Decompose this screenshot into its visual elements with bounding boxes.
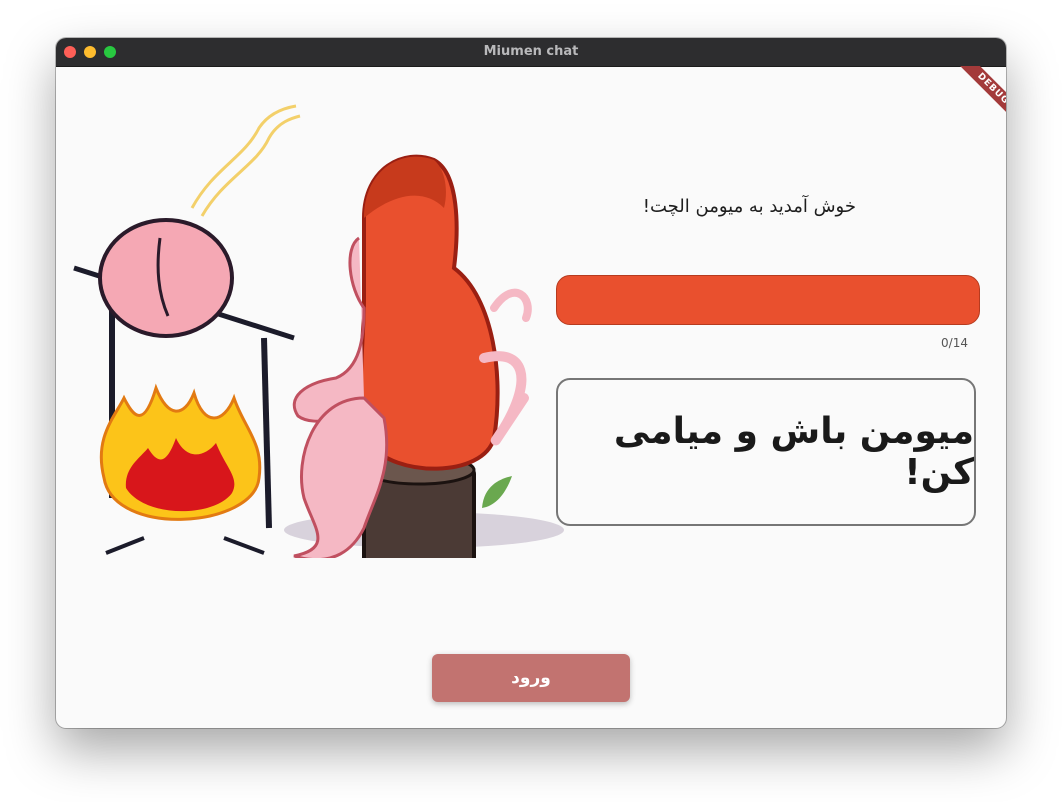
app-window: Miumen chat DEBUG خوش آمدید به میومن الچ…: [56, 38, 1006, 728]
char-counter: 0/14: [941, 336, 968, 350]
slogan-box: میومن باش و میامی کن!: [556, 378, 976, 526]
slogan-text: میومن باش و میامی کن!: [613, 411, 974, 493]
debug-banner: DEBUG: [946, 66, 1006, 126]
welcome-text: خوش آمدید به میومن الچت!: [642, 196, 856, 217]
title-bar[interactable]: Miumen chat: [56, 38, 1006, 67]
monkey-fire-illustration: [73, 104, 564, 558]
name-input[interactable]: [556, 275, 980, 325]
debug-label: DEBUG: [957, 66, 1006, 125]
window-title: Miumen chat: [483, 44, 579, 59]
login-button[interactable]: ورود: [432, 654, 630, 702]
login-screen: DEBUG خوش آمدید به میومن الچت! 0/14 میوم…: [56, 66, 1006, 728]
